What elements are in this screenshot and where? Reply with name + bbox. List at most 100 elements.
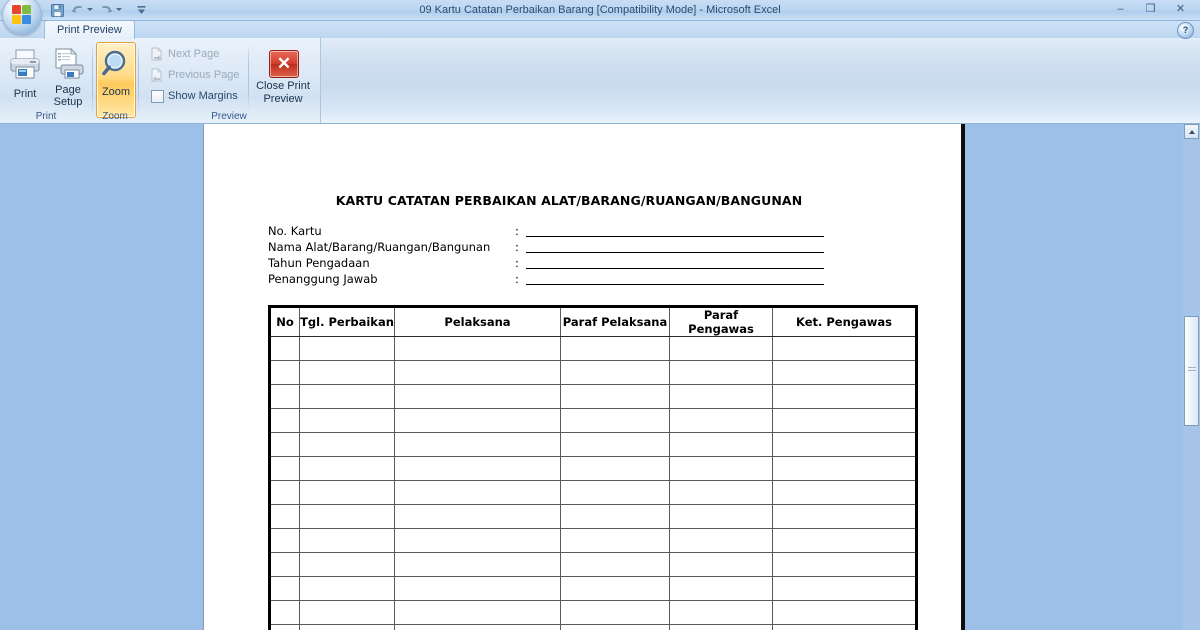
field-separator: : bbox=[515, 240, 519, 254]
grip-icon bbox=[1188, 367, 1196, 373]
next-page-label: Next Page bbox=[168, 48, 220, 60]
printer-icon bbox=[10, 49, 40, 79]
table-cell bbox=[772, 528, 918, 553]
table-row bbox=[268, 552, 918, 577]
previous-page-label: Previous Page bbox=[168, 69, 240, 81]
table-cell bbox=[394, 480, 561, 505]
table-cell bbox=[394, 360, 561, 385]
table-row bbox=[268, 384, 918, 409]
close-print-preview-button[interactable]: ✕ Close Print Preview bbox=[250, 42, 316, 112]
table-cell bbox=[394, 600, 561, 625]
table-cell bbox=[772, 432, 918, 457]
table-cell bbox=[772, 624, 918, 630]
maximize-button[interactable]: ❐ bbox=[1137, 1, 1164, 17]
excel-print-preview-window: 09 Kartu Catatan Perbaikan Barang [Compa… bbox=[0, 0, 1200, 630]
page-setup-button[interactable]: Page Setup bbox=[46, 44, 90, 110]
table-cell bbox=[268, 528, 300, 553]
save-icon[interactable] bbox=[50, 3, 65, 18]
table-cell bbox=[772, 552, 918, 577]
minimize-button[interactable]: – bbox=[1107, 1, 1134, 17]
next-page-icon bbox=[151, 47, 162, 61]
table-cell bbox=[268, 384, 300, 409]
field-row: Nama Alat/Barang/Ruangan/Bangunan : bbox=[268, 239, 888, 255]
table-cell bbox=[669, 528, 773, 553]
help-icon[interactable]: ? bbox=[1177, 22, 1194, 39]
table-cell bbox=[560, 528, 670, 553]
magnifier-icon bbox=[102, 50, 126, 76]
redo-dropdown-icon[interactable] bbox=[116, 8, 123, 13]
customize-qat-icon[interactable] bbox=[134, 3, 149, 18]
field-row: No. Kartu : bbox=[268, 223, 888, 239]
table-cell bbox=[299, 528, 395, 553]
table-cell bbox=[772, 480, 918, 505]
table-cell bbox=[669, 456, 773, 481]
print-button[interactable]: Print bbox=[4, 44, 46, 104]
table-header-cell: Paraf Pengawas bbox=[669, 305, 773, 337]
table-cell bbox=[394, 456, 561, 481]
redo-icon[interactable] bbox=[99, 3, 114, 18]
undo-icon[interactable] bbox=[70, 3, 85, 18]
table-cell bbox=[669, 360, 773, 385]
table-cell bbox=[669, 624, 773, 630]
checkbox-icon bbox=[151, 90, 164, 103]
table-header-cell: Tgl. Perbaikan bbox=[299, 305, 395, 337]
tab-print-preview[interactable]: Print Preview bbox=[44, 20, 135, 39]
table-cell bbox=[299, 384, 395, 409]
field-label: Nama Alat/Barang/Ruangan/Bangunan bbox=[268, 240, 491, 254]
show-margins-label: Show Margins bbox=[168, 90, 238, 102]
table-cell bbox=[772, 456, 918, 481]
table-cell bbox=[268, 624, 300, 630]
table-cell bbox=[560, 504, 670, 529]
table-cell bbox=[268, 504, 300, 529]
table-cell bbox=[772, 576, 918, 601]
table-cell bbox=[669, 408, 773, 433]
table-cell bbox=[299, 336, 395, 361]
table-cell bbox=[268, 336, 300, 361]
quick-access-toolbar bbox=[46, 0, 146, 20]
table-cell bbox=[268, 576, 300, 601]
close-button[interactable]: ✕ bbox=[1167, 1, 1194, 17]
field-label: No. Kartu bbox=[268, 224, 322, 238]
vertical-scrollbar[interactable] bbox=[1183, 123, 1200, 630]
preview-page[interactable]: KARTU CATATAN PERBAIKAN ALAT/BARANG/RUAN… bbox=[203, 123, 965, 630]
table-header-row: No Tgl. Perbaikan Pelaksana Paraf Pelaks… bbox=[268, 305, 918, 337]
table-cell bbox=[268, 408, 300, 433]
table-cell bbox=[669, 480, 773, 505]
ribbon-panel: Print Page Setup Print Zoom Zoom Next Pa… bbox=[0, 38, 321, 123]
print-preview-workspace[interactable]: KARTU CATATAN PERBAIKAN ALAT/BARANG/RUAN… bbox=[0, 123, 1200, 630]
ribbon-group-print-label: Print bbox=[35, 111, 57, 122]
field-label: Tahun Pengadaan bbox=[268, 256, 370, 270]
table-cell bbox=[394, 576, 561, 601]
ribbon-group-print: Print Page Setup Print bbox=[0, 38, 92, 123]
field-separator: : bbox=[515, 256, 519, 270]
table-header-cell: No bbox=[268, 305, 300, 337]
scroll-up-button[interactable] bbox=[1184, 124, 1199, 139]
table-cell bbox=[299, 624, 395, 630]
table-cell bbox=[669, 600, 773, 625]
table-cell bbox=[299, 456, 395, 481]
scrollbar-thumb[interactable] bbox=[1184, 316, 1199, 426]
table-row bbox=[268, 456, 918, 481]
table-cell bbox=[669, 384, 773, 409]
table-cell bbox=[560, 408, 670, 433]
table-cell bbox=[299, 600, 395, 625]
table-cell bbox=[560, 360, 670, 385]
field-blank-line bbox=[526, 252, 824, 253]
field-blank-line bbox=[526, 284, 824, 285]
field-row: Tahun Pengadaan : bbox=[268, 255, 888, 271]
table-cell bbox=[772, 600, 918, 625]
zoom-button[interactable]: Zoom bbox=[96, 42, 136, 118]
table-cell bbox=[560, 432, 670, 457]
table-cell bbox=[560, 336, 670, 361]
page-setup-line2: Setup bbox=[53, 96, 83, 108]
undo-dropdown-icon[interactable] bbox=[87, 8, 94, 13]
zoom-button-label: Zoom bbox=[101, 86, 131, 98]
field-row: Penanggung Jawab : bbox=[268, 271, 888, 287]
close-pp-line1: Close Print bbox=[256, 80, 310, 92]
previous-page-icon bbox=[151, 68, 162, 82]
page-setup-line1: Page bbox=[55, 84, 81, 96]
close-pp-line2: Preview bbox=[263, 93, 303, 105]
table-cell bbox=[669, 504, 773, 529]
table-cell bbox=[268, 480, 300, 505]
table-cell bbox=[394, 552, 561, 577]
